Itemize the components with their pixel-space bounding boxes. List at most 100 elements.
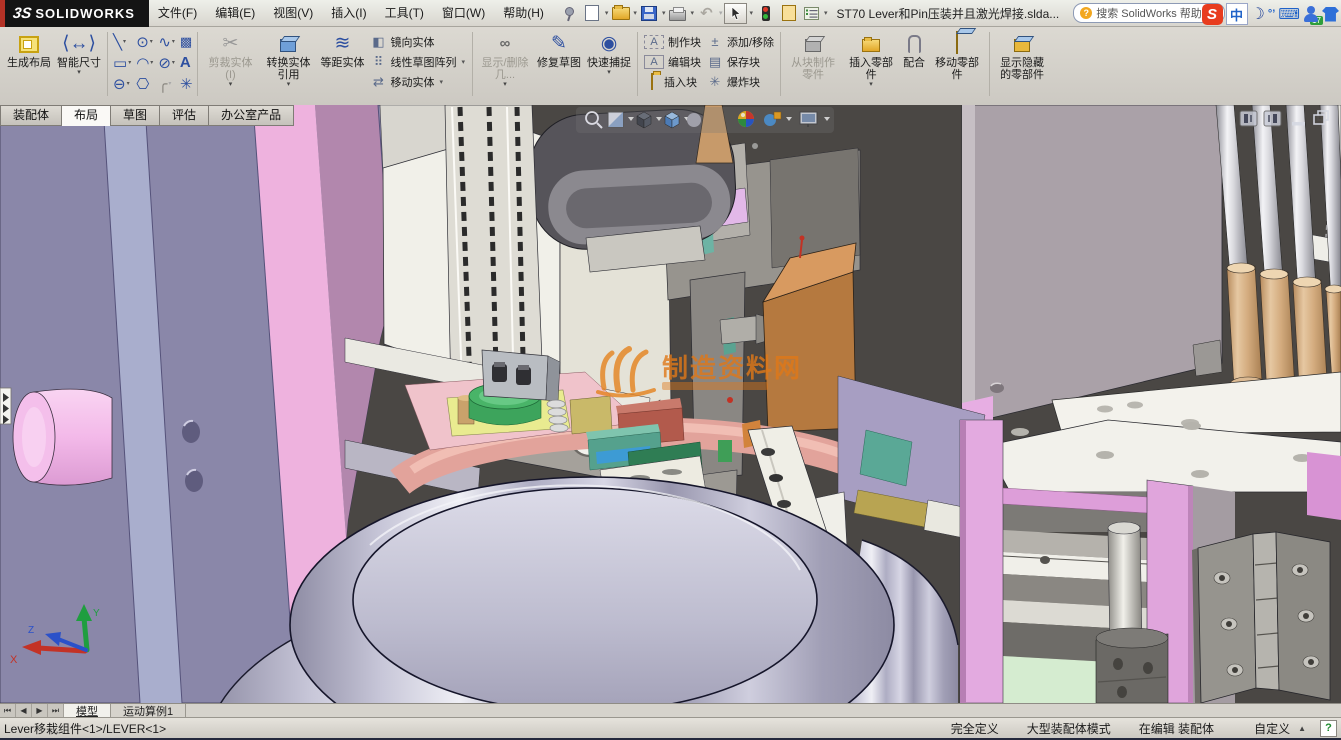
point-tool[interactable]: ✳ xyxy=(178,75,195,93)
rebuild-button[interactable] xyxy=(755,4,776,23)
previous-window-button[interactable] xyxy=(1240,111,1257,126)
ime-punctuation-icon[interactable]: °’ xyxy=(1268,8,1275,20)
pin-menu-icon[interactable] xyxy=(559,5,575,21)
pink-roller-handle xyxy=(13,389,112,485)
file-properties-button[interactable] xyxy=(778,4,799,23)
quick-snaps-button[interactable]: ◉ 快速捕捉 ▾ xyxy=(584,30,634,78)
repair-sketch-button[interactable]: ✎ 修复草图 xyxy=(534,30,584,70)
sogou-ime-icon[interactable]: S xyxy=(1202,4,1223,25)
tab-scroll-first-button[interactable]: ⏮ xyxy=(0,704,16,717)
ime-fullhalf-moon-icon[interactable]: ☽ xyxy=(1251,4,1265,24)
ime-softkeyboard-icon[interactable]: ⌨ xyxy=(1278,5,1300,23)
section-view-icon[interactable] xyxy=(608,112,623,127)
sketch-text-tool[interactable]: A xyxy=(178,54,195,71)
linear-pattern-caret[interactable]: ▾ xyxy=(461,58,465,66)
custom-dropdown-arrow: ▲ xyxy=(1298,724,1306,733)
circle-tool[interactable]: ⊙▾ xyxy=(134,33,156,51)
convert-entities-caret[interactable]: ▾ xyxy=(287,81,291,89)
hide-show-items-icon[interactable] xyxy=(687,113,701,127)
menu-tools[interactable]: 工具(T) xyxy=(376,2,433,25)
slot-tool[interactable]: ⊖▾ xyxy=(111,75,134,93)
convert-entities-button[interactable]: 转换实体引用 ▾ xyxy=(259,30,317,90)
fillet-tool[interactable]: ╭▾ xyxy=(156,75,178,93)
menu-help[interactable]: 帮助(H) xyxy=(494,2,553,25)
insert-block-button[interactable]: 插入块 xyxy=(641,72,704,91)
tab-sketch[interactable]: 草图 xyxy=(111,105,160,126)
sketch-picture-tool[interactable]: ▩ xyxy=(178,34,195,50)
edit-appearance-icon[interactable] xyxy=(738,111,754,127)
tab-motion-study[interactable]: 运动算例1 xyxy=(111,704,186,717)
polygon-tool[interactable]: ⎔ xyxy=(134,75,156,93)
insert-components-caret[interactable]: ▾ xyxy=(869,81,873,89)
save-block-button[interactable]: ▤ 保存块 xyxy=(704,52,777,71)
ime-account-icon[interactable]: 17 xyxy=(1303,5,1319,23)
print-icon xyxy=(669,10,686,21)
model-tab-strip: ⏮ ◀ ▶ ⏭ 模型 运动算例1 xyxy=(0,703,1341,717)
linear-sketch-pattern-button[interactable]: ⠿ 线性草图阵列 ▾ xyxy=(367,52,469,71)
spline-tool[interactable]: ∿▾ xyxy=(156,33,178,51)
open-caret[interactable]: ▾ xyxy=(633,9,637,17)
minimize-window-button[interactable] xyxy=(1292,122,1305,126)
select-caret[interactable]: ▾ xyxy=(749,9,753,17)
smart-dimension-caret[interactable]: ▾ xyxy=(77,69,81,77)
new-document-button[interactable] xyxy=(582,4,603,23)
menu-window[interactable]: 窗口(W) xyxy=(433,2,494,25)
mirror-entities-button[interactable]: ◧ 镜向实体 xyxy=(367,32,469,51)
tab-office-products[interactable]: 办公室产品 xyxy=(209,105,294,126)
make-block-button[interactable]: A 制作块 xyxy=(641,32,704,51)
quick-snaps-caret[interactable]: ▾ xyxy=(607,69,611,77)
ime-language-icon[interactable]: 中 xyxy=(1226,3,1248,25)
edit-block-button[interactable]: A 编辑块 xyxy=(641,52,704,71)
status-help-icon[interactable]: ? xyxy=(1320,720,1337,737)
mate-button[interactable]: 配合 xyxy=(900,30,928,70)
offset-entities-button[interactable]: ≋ 等距实体 xyxy=(317,30,367,70)
trim-entities-icon: ✂ xyxy=(223,31,239,57)
open-document-button[interactable] xyxy=(610,4,631,23)
ribbon-separator xyxy=(107,32,108,96)
tab-assembly[interactable]: 装配体 xyxy=(0,105,62,126)
save-caret[interactable]: ▾ xyxy=(662,9,666,17)
next-window-button[interactable] xyxy=(1264,111,1281,126)
move-entities-button[interactable]: ⇄ 移动实体 ▾ xyxy=(367,72,469,91)
menu-view[interactable]: 视图(V) xyxy=(264,2,322,25)
ellipse-tool[interactable]: ⊘▾ xyxy=(156,54,178,72)
tab-scroll-left-button[interactable]: ◀ xyxy=(16,704,32,717)
new-document-caret[interactable]: ▾ xyxy=(605,9,609,17)
show-hidden-components-button[interactable]: 显示隐藏的零部件 xyxy=(993,30,1051,82)
ime-skin-icon[interactable] xyxy=(1322,7,1339,22)
move-component-button[interactable]: 移动零部件 xyxy=(928,30,986,82)
rectangle-tool[interactable]: ▭▾ xyxy=(111,54,134,72)
graphics-viewport[interactable]: 装配体 布局 草图 评估 办公室产品 xyxy=(0,105,1341,703)
menu-file[interactable]: 文件(F) xyxy=(149,2,206,25)
select-tool-button[interactable] xyxy=(724,3,747,24)
insert-block-icon xyxy=(651,73,653,90)
options-button[interactable] xyxy=(801,4,822,23)
menu-insert[interactable]: 插入(I) xyxy=(322,2,375,25)
explode-block-button[interactable]: ✳ 爆炸块 xyxy=(704,72,777,91)
print-button[interactable] xyxy=(667,4,688,23)
display-delete-relations-button: ∞ 显示/删除几... ▾ xyxy=(476,30,534,90)
tab-model[interactable]: 模型 xyxy=(64,704,111,717)
line-tool[interactable]: ╲▾ xyxy=(111,33,134,51)
arc-tool[interactable]: ◠▾ xyxy=(134,54,156,72)
repair-sketch-icon: ✎ xyxy=(551,31,567,57)
tab-scroll-right-button[interactable]: ▶ xyxy=(32,704,48,717)
smart-dimension-button[interactable]: ⟨↔⟩ 智能尺寸 ▾ xyxy=(54,30,104,78)
create-layout-button[interactable]: 生成布局 xyxy=(4,30,54,70)
menu-edit[interactable]: 编辑(E) xyxy=(206,2,264,25)
options-caret[interactable]: ▾ xyxy=(824,9,828,17)
move-entities-caret[interactable]: ▾ xyxy=(439,78,443,86)
print-caret[interactable]: ▾ xyxy=(690,9,694,17)
tab-evaluate[interactable]: 评估 xyxy=(160,105,209,126)
command-manager-ribbon: 生成布局 ⟨↔⟩ 智能尺寸 ▾ ╲▾ ⊙▾ ∿▾ ▩ ▭▾ ◠▾ ⊘▾ A ⊖▾… xyxy=(0,27,1341,105)
tab-layout[interactable]: 布局 xyxy=(62,105,111,126)
insert-components-button[interactable]: 插入零部件 ▾ xyxy=(842,30,900,90)
assembly-3d-scene[interactable]: 制造资料网 X Y Z xyxy=(0,105,1341,703)
relations-glasses-icon: ∞ xyxy=(500,38,511,50)
insert-components-icon xyxy=(862,39,880,52)
tab-scroll-last-button[interactable]: ⏭ xyxy=(48,704,64,717)
save-button[interactable] xyxy=(639,4,660,23)
custom-units-dropdown[interactable]: 自定义 ▲ xyxy=(1254,720,1306,737)
featuremanager-expand-button[interactable] xyxy=(0,388,11,424)
add-remove-button[interactable]: ± 添加/移除 xyxy=(704,32,777,51)
